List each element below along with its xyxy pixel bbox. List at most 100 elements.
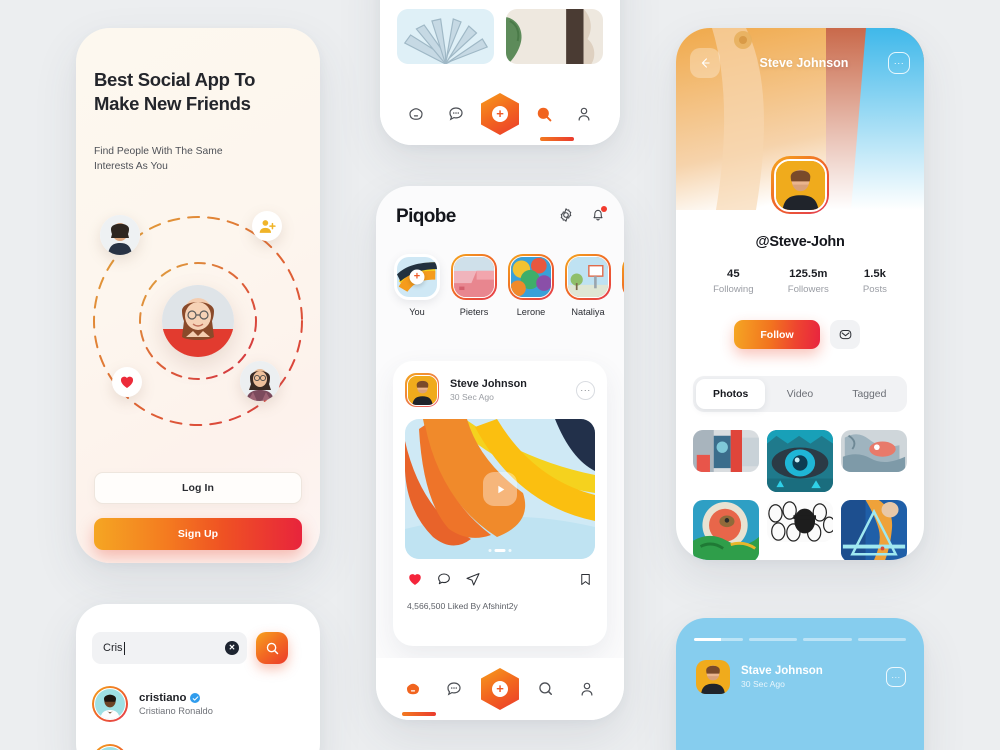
home-icon	[406, 683, 419, 695]
post-likes-text: 4,566,500 Liked By Afshint2y	[407, 601, 518, 611]
post-media[interactable]	[405, 419, 595, 559]
center-avatar-illustration	[162, 285, 234, 357]
page-subtitle: Find People With The Same Interests As Y…	[94, 146, 223, 173]
play-icon	[497, 485, 504, 493]
nav-item-profile[interactable]	[569, 99, 599, 129]
chat-icon	[449, 107, 463, 121]
feed-header: Piqobe	[396, 205, 607, 228]
story-ring: +	[394, 254, 440, 300]
follow-button[interactable]: Follow	[734, 320, 820, 349]
grid-thumb[interactable]	[397, 9, 494, 64]
list-item[interactable]: cristiano Cristiano Ronaldo	[92, 686, 213, 722]
play-button[interactable]	[483, 472, 517, 506]
comment-icon	[438, 573, 450, 585]
profile-handle: @Steve-John	[755, 234, 845, 250]
story-item[interactable]: + You	[394, 254, 440, 317]
search-input[interactable]: Cris ✕	[92, 632, 247, 664]
avatar[interactable]	[696, 660, 730, 694]
progress-segment-active	[694, 638, 743, 641]
add-user-icon	[252, 211, 282, 241]
share-button[interactable]	[465, 571, 481, 592]
settings-button[interactable]	[558, 207, 574, 228]
photo-cell[interactable]	[767, 500, 833, 542]
avatar[interactable]	[771, 156, 829, 214]
explore-grid	[397, 0, 603, 64]
story-item[interactable]: Nataliya	[565, 254, 611, 317]
notification-badge	[601, 205, 607, 212]
back-button[interactable]	[690, 48, 720, 78]
like-button[interactable]	[407, 571, 423, 592]
nav-item-home[interactable]	[398, 674, 428, 704]
nav-item-messages[interactable]	[439, 674, 469, 704]
profile-more-button[interactable]: ···	[888, 52, 910, 74]
verified-badge-icon	[190, 693, 201, 703]
grid-thumb[interactable]	[506, 9, 603, 64]
story-ring	[508, 254, 554, 300]
nav-item-profile[interactable]	[572, 674, 602, 704]
search-bar: Cris ✕	[92, 632, 288, 664]
story-header: Stave Johnson 30 Sec Ago ···	[696, 660, 906, 694]
story-ring	[565, 254, 611, 300]
carousel-indicator	[488, 549, 512, 552]
avatar[interactable]	[405, 373, 439, 407]
bookmark-button[interactable]	[578, 572, 593, 592]
story-progress	[694, 638, 906, 641]
message-button[interactable]	[830, 320, 860, 349]
progress-segment	[748, 638, 797, 641]
nav-item-create[interactable]: +	[480, 668, 519, 710]
story-ring	[451, 254, 497, 300]
nav-item-search[interactable]	[529, 99, 559, 129]
post-more-button[interactable]: ···	[576, 380, 595, 400]
story-item[interactable]: Lerone	[508, 254, 554, 317]
feed-card: Piqobe + You Pieters Lerone Nataliya Ste…	[376, 186, 624, 720]
signup-button[interactable]: Sign Up	[94, 518, 302, 550]
stat-posts[interactable]: 1.5k Posts	[863, 268, 887, 295]
arrow-left-icon	[701, 58, 710, 68]
stat-followers[interactable]: 125.5m Followers	[788, 268, 829, 295]
story-author-block: Stave Johnson 30 Sec Ago	[741, 665, 823, 689]
profile-topbar: Steve Johnson ···	[690, 48, 910, 78]
search-submit-button[interactable]	[256, 632, 288, 664]
stories-row: + You Pieters Lerone Nataliya	[394, 254, 624, 317]
photo-cell[interactable]	[693, 430, 759, 472]
nav-item-home[interactable]	[401, 99, 431, 129]
notifications-button[interactable]	[590, 205, 607, 228]
heart-icon	[409, 574, 421, 585]
clear-icon[interactable]: ✕	[225, 641, 239, 655]
explore-grid-card: +	[380, 0, 620, 145]
nav-item-create[interactable]: +	[481, 93, 519, 135]
story-label: J	[622, 307, 624, 317]
nav-item-search[interactable]	[531, 674, 561, 704]
man-avatar	[100, 215, 140, 255]
comment-button[interactable]	[436, 571, 452, 592]
result-username: cristiano	[139, 692, 213, 704]
page-title: Steve Johnson	[759, 56, 849, 70]
story-label: You	[409, 307, 425, 317]
avatar	[92, 744, 128, 750]
orbit-illustration	[84, 203, 312, 438]
nav-item-messages[interactable]	[441, 99, 471, 129]
stat-following[interactable]: 45 Following	[713, 268, 754, 295]
carousel-dot	[488, 549, 492, 552]
story-item[interactable]: J	[622, 254, 624, 317]
profile-card: Steve Johnson ··· @Steve-John 45 Followi…	[676, 28, 924, 560]
user-icon	[581, 682, 593, 696]
chat-icon	[447, 682, 461, 696]
story-item[interactable]: Pieters	[451, 254, 497, 317]
tab-tagged[interactable]: Tagged	[835, 379, 904, 409]
search-icon	[538, 682, 552, 695]
search-card: Cris ✕ cristiano Cristiano Ronaldo	[76, 604, 320, 750]
photo-cell[interactable]	[693, 500, 759, 560]
photo-cell[interactable]	[841, 500, 907, 560]
page-title: Best Social App To Make New Friends	[94, 69, 256, 115]
woman-avatar	[240, 361, 280, 401]
result-fullname: Cristiano Ronaldo	[139, 706, 213, 716]
list-item[interactable]: cristiano Cristiano Ronaldo	[92, 744, 213, 750]
heart-icon	[112, 367, 142, 397]
photo-cell[interactable]	[841, 430, 907, 472]
login-button[interactable]: Log In	[94, 472, 302, 504]
tab-video[interactable]: Video	[765, 379, 834, 409]
photo-cell[interactable]	[767, 430, 833, 492]
story-more-button[interactable]: ···	[886, 667, 906, 687]
tab-photos[interactable]: Photos	[696, 379, 766, 409]
